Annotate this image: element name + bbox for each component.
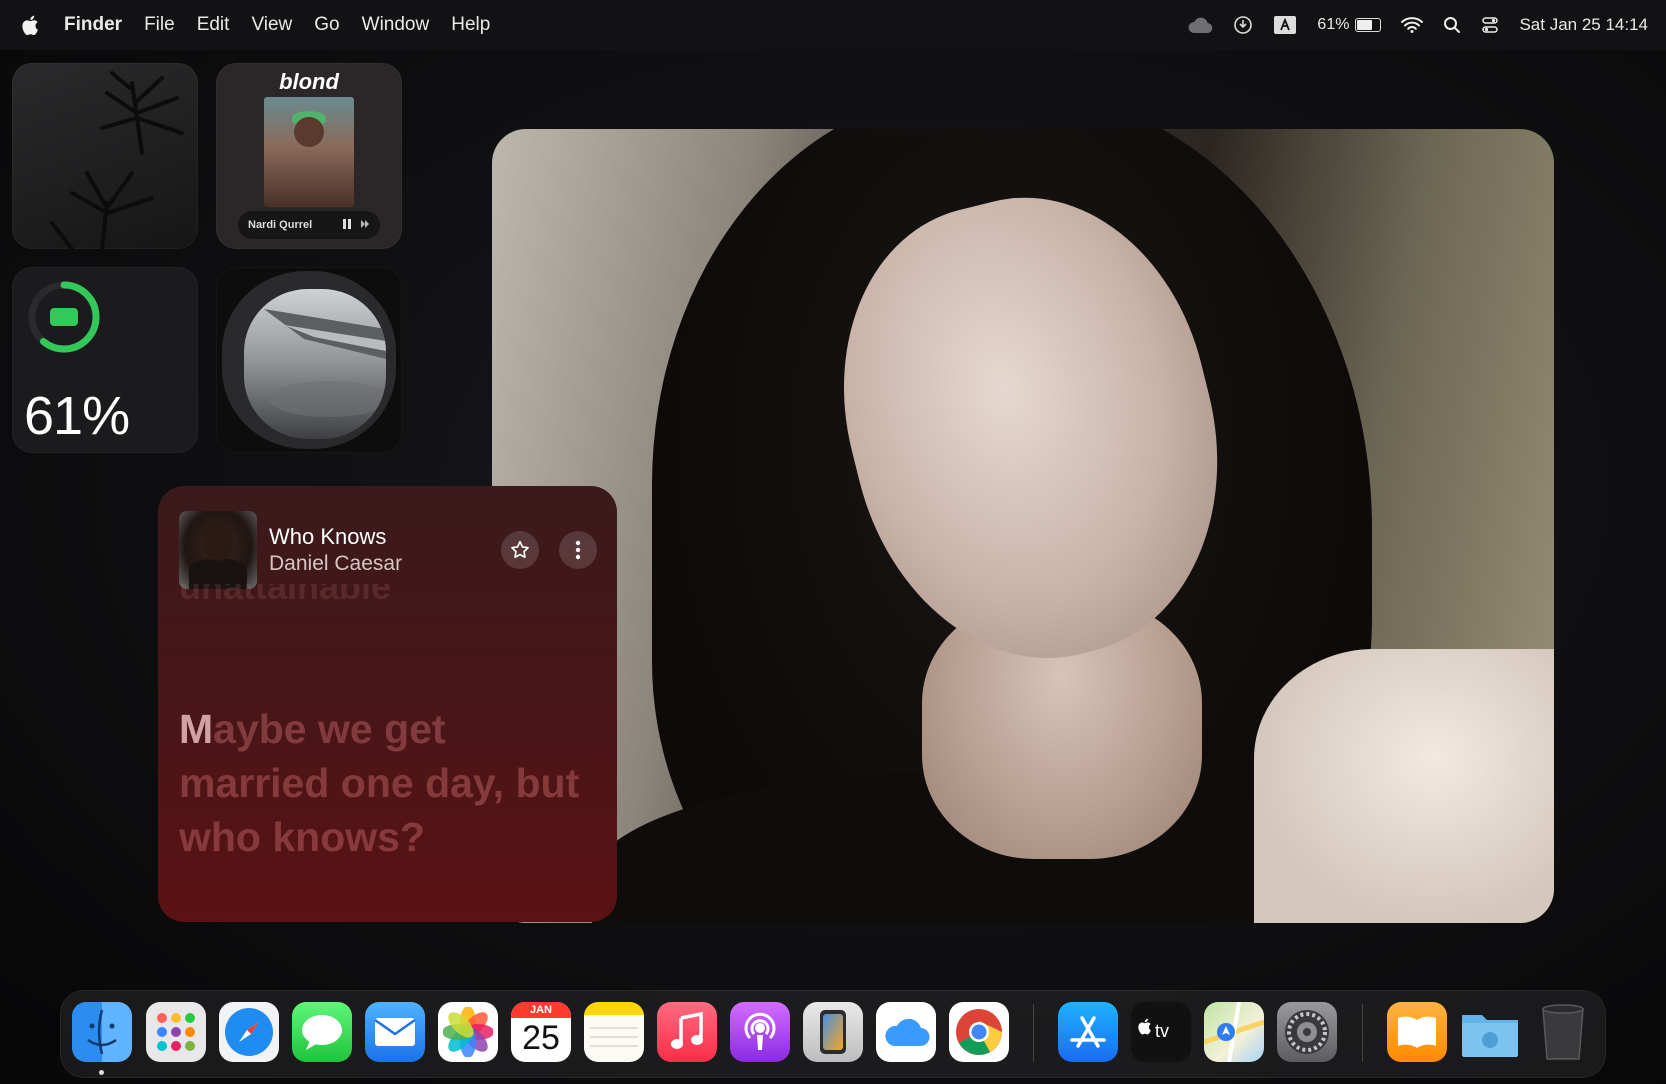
battery-widget[interactable]: 61%	[12, 267, 198, 453]
launchpad-icon[interactable]	[146, 1002, 206, 1062]
previous-lyric-line: unattainable	[179, 584, 392, 607]
lyric-rest: aybe we get married one day, but who kno…	[179, 706, 580, 860]
safari-icon[interactable]	[219, 1002, 279, 1062]
dock-separator	[1033, 1004, 1034, 1062]
song-title: Who Knows	[269, 524, 387, 549]
cloud-icon[interactable]	[1187, 16, 1213, 34]
battery-ring	[28, 281, 100, 353]
calendar-day: 25	[522, 1019, 560, 1057]
laptop-battery-icon	[50, 308, 78, 326]
album-title: blond	[279, 69, 339, 94]
system-settings-icon[interactable]	[1277, 1002, 1337, 1062]
menu-bar: Finder File Edit View Go Window Help 61%	[0, 0, 1666, 50]
menu-file[interactable]: File	[144, 14, 175, 36]
menu-go[interactable]: Go	[314, 14, 339, 36]
finder-running-indicator	[99, 1070, 104, 1075]
wallpaper-portrait-photo	[492, 129, 1554, 923]
status-area: 61% Sat Jan 25 14:14	[1187, 0, 1648, 50]
music-icon[interactable]	[657, 1002, 717, 1062]
current-lyric: Maybe we get married one day, but who kn…	[179, 702, 599, 864]
airplane-window-frame	[222, 271, 396, 449]
apple-menu-icon[interactable]	[20, 13, 42, 37]
chrome-icon[interactable]	[949, 1002, 1009, 1062]
control-center-icon[interactable]	[1481, 16, 1499, 34]
music-album-widget[interactable]: blond Nardi Qurrel	[216, 63, 402, 249]
trash-icon[interactable]	[1533, 1002, 1593, 1062]
apple-tv-icon[interactable]: tv	[1131, 1002, 1191, 1062]
battery-status[interactable]: 61%	[1317, 16, 1382, 34]
finder-icon[interactable]	[72, 1002, 132, 1062]
menu-finder[interactable]: Finder	[64, 14, 122, 36]
app-store-icon[interactable]	[1058, 1002, 1118, 1062]
pause-icon[interactable]	[342, 218, 352, 233]
photos-icon[interactable]	[438, 1002, 498, 1062]
more-options-button[interactable]	[559, 531, 597, 569]
lyric-first-letter: M	[179, 706, 214, 752]
more-vertical-icon	[575, 540, 581, 560]
battery-icon	[1355, 18, 1382, 32]
downloads-folder-icon[interactable]	[1460, 1002, 1520, 1062]
desktop: Finder File Edit View Go Window Help 61%	[0, 0, 1666, 1084]
input-source-icon[interactable]	[1273, 15, 1297, 35]
books-icon[interactable]	[1387, 1002, 1447, 1062]
svg-text:tv: tv	[1155, 1021, 1169, 1041]
wifi-icon[interactable]	[1401, 17, 1424, 33]
favorite-button[interactable]	[501, 531, 539, 569]
menu-clock[interactable]: Sat Jan 25 14:14	[1519, 15, 1648, 35]
mini-player-track: Nardi Qurrel	[248, 219, 313, 231]
battery-percent-label: 61%	[24, 386, 130, 446]
spotlight-search-icon[interactable]	[1443, 16, 1461, 34]
podcasts-icon[interactable]	[730, 1002, 790, 1062]
menu-edit[interactable]: Edit	[197, 14, 230, 36]
notes-icon[interactable]	[584, 1002, 644, 1062]
menu-view[interactable]: View	[251, 14, 292, 36]
menu-window[interactable]: Window	[362, 14, 430, 36]
airplane-window-widget[interactable]	[216, 267, 402, 453]
next-track-icon[interactable]	[360, 219, 370, 232]
icloud-icon[interactable]	[876, 1002, 936, 1062]
star-icon	[511, 540, 529, 559]
menu-help[interactable]: Help	[451, 14, 490, 36]
palm-photo-widget[interactable]	[12, 63, 198, 249]
calendar-icon[interactable]: JAN 25	[511, 1002, 571, 1062]
location-icon[interactable]	[1233, 15, 1253, 35]
song-artwork	[179, 511, 257, 589]
calendar-month: JAN	[511, 1002, 571, 1018]
battery-percent-text: 61%	[1317, 16, 1350, 33]
palm-silhouette-image	[50, 71, 184, 249]
maps-icon[interactable]	[1204, 1002, 1264, 1062]
now-playing-lyrics-widget[interactable]: Who Knows Daniel Caesar unattainable May…	[158, 486, 617, 922]
mail-icon[interactable]	[365, 1002, 425, 1062]
song-artist: Daniel Caesar	[269, 552, 403, 575]
mini-player-bar: Nardi Qurrel	[238, 211, 380, 239]
messages-icon[interactable]	[292, 1002, 352, 1062]
airplane-wing-image	[244, 289, 386, 439]
iphone-mirroring-icon[interactable]	[803, 1002, 863, 1062]
dock-separator	[1362, 1004, 1363, 1062]
album-cover-image	[264, 97, 354, 207]
